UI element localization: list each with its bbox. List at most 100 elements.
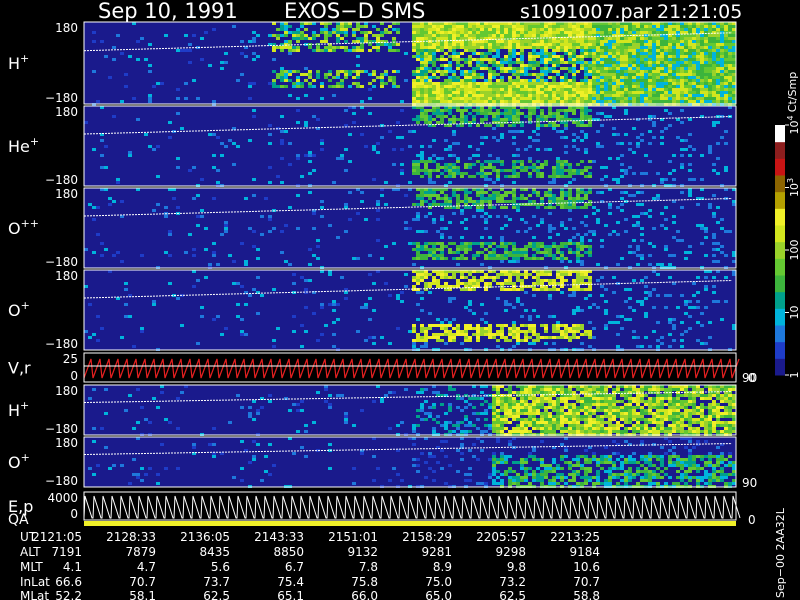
spectrogram-pixel (692, 43, 696, 46)
spectrogram-pixel (652, 227, 656, 230)
spectrogram-pixel (680, 64, 684, 67)
spectrogram-pixel (344, 169, 348, 172)
spectrogram-pixel (380, 194, 384, 197)
spectrogram-pixel (368, 273, 372, 276)
spectrogram-pixel (528, 52, 532, 55)
spectrogram-pixel (524, 82, 528, 85)
spectrogram-pixel (328, 224, 332, 227)
spectrogram-pixel (656, 88, 660, 91)
spectrogram-pixel (276, 37, 280, 40)
spectrogram-pixel (704, 100, 708, 103)
spectrogram-pixel (312, 227, 316, 230)
spectrogram-pixel (584, 61, 588, 64)
spectrogram-pixel (492, 31, 496, 34)
spectrogram-pixel (612, 97, 616, 100)
spectrogram-pixel (400, 163, 404, 166)
spectrogram-pixel (700, 43, 704, 46)
spectrogram-pixel (468, 424, 472, 427)
spectrogram-pixel (644, 67, 648, 70)
spectrogram-pixel (252, 115, 256, 118)
spectrogram-pixel (516, 197, 520, 200)
spectrogram-pixel (224, 230, 228, 233)
spectrogram-pixel (544, 28, 548, 31)
spectrogram-pixel (476, 58, 480, 61)
spectrogram-pixel (280, 73, 284, 76)
spectrogram-pixel (572, 109, 576, 112)
spectrogram-pixel (444, 169, 448, 172)
spectrogram-pixel (560, 273, 564, 276)
spectrogram-pixel (688, 97, 692, 100)
spectrogram-pixel (580, 236, 584, 239)
spectrogram-pixel (580, 160, 584, 163)
spectrogram-pixel (260, 294, 264, 297)
spectrogram-pixel (548, 55, 552, 58)
spectrogram-pixel (424, 245, 428, 248)
spectrogram-pixel (560, 172, 564, 175)
spectrogram-pixel (524, 40, 528, 43)
spectrogram-pixel (688, 91, 692, 94)
spectrogram-pixel (420, 49, 424, 52)
spectrogram-pixel (544, 324, 548, 327)
spectrogram-pixel (708, 88, 712, 91)
spectrogram-pixel (452, 49, 456, 52)
spectrogram-pixel (680, 76, 684, 79)
spectrogram-pixel (476, 28, 480, 31)
spectrogram-pixel (512, 115, 516, 118)
spectrogram-pixel (596, 100, 600, 103)
spectrogram-pixel (416, 25, 420, 28)
spectrogram-pixel (452, 242, 456, 245)
spectrogram-pixel (552, 336, 556, 339)
spectrogram-pixel (444, 194, 448, 197)
spectrogram-pixel (448, 82, 452, 85)
spectrogram-pixel (552, 64, 556, 67)
spectrogram-pixel (452, 34, 456, 37)
spectrogram-pixel (660, 79, 664, 82)
spectrogram-pixel (644, 64, 648, 67)
spectrogram-pixel (464, 406, 468, 409)
spectrogram-pixel (424, 327, 428, 330)
spectrogram-pixel (412, 263, 416, 266)
spectrogram-pixel (448, 221, 452, 224)
spectrogram-pixel (420, 97, 424, 100)
spectrogram-pixel (316, 34, 320, 37)
spectrogram-pixel (296, 49, 300, 52)
spectrogram-pixel (552, 70, 556, 73)
spectrogram-pixel (580, 139, 584, 142)
spectrogram-pixel (604, 25, 608, 28)
spectrogram-pixel (620, 73, 624, 76)
spectrogram-pixel (516, 172, 520, 175)
spectrogram-pixel (700, 46, 704, 49)
spectrogram-pixel (456, 25, 460, 28)
spectrogram-pixel (448, 409, 452, 412)
spectrogram-pixel (468, 163, 472, 166)
spectrogram-pixel (656, 25, 660, 28)
spectrogram-pixel (456, 279, 460, 282)
spectrogram-pixel (520, 112, 524, 115)
spectrogram-pixel (556, 25, 560, 28)
spectrogram-pixel (472, 31, 476, 34)
spectrogram-pixel (456, 424, 460, 427)
spectrogram-pixel (584, 233, 588, 236)
spectrogram-pixel (560, 31, 564, 34)
spectrogram-pixel (524, 94, 528, 97)
spectrogram-pixel (664, 248, 668, 251)
spectrogram-pixel (492, 415, 496, 418)
spectrogram-pixel (512, 191, 516, 194)
spectrogram-pixel (688, 79, 692, 82)
spectrogram-pixel (676, 40, 680, 43)
spectrogram-pixel (88, 203, 92, 206)
spectrogram-pixel (496, 46, 500, 49)
spectrogram-pixel (472, 397, 476, 400)
spectrogram-pixel (552, 194, 556, 197)
spectrogram-pixel (636, 70, 640, 73)
spectrogram-pixel (576, 121, 580, 124)
spectrogram-pixel (412, 342, 416, 345)
spectrogram-pixel (448, 145, 452, 148)
spectrogram-pixel (676, 239, 680, 242)
spectrogram-pixel (644, 336, 648, 339)
spectrogram-pixel (208, 64, 212, 67)
spectrogram-pixel (660, 100, 664, 103)
spectrogram-pixel (608, 88, 612, 91)
spectrogram-pixel (712, 25, 716, 28)
spectrogram-pixel (360, 31, 364, 34)
